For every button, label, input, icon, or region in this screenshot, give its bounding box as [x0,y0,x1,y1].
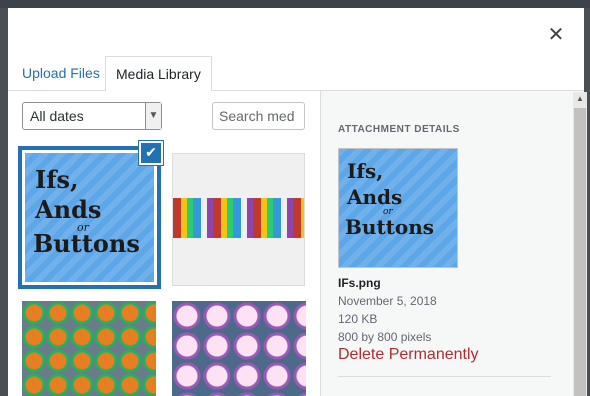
date-filter-value: All dates [30,108,84,124]
logo-line-2: Ands [35,195,102,224]
tab-upload-files[interactable]: Upload Files [12,56,110,92]
divider [338,376,551,377]
search-input[interactable]: Search med [212,102,305,130]
close-icon[interactable]: ✕ [546,24,566,44]
delete-permanently-link[interactable]: Delete Permanently [338,346,479,364]
chevron-down-icon: ▼ [145,103,161,129]
details-heading: ATTACHMENT DETAILS [338,124,460,135]
logo-line-1: Ifs, [35,165,79,194]
tab-media-library[interactable]: Media Library [105,56,212,92]
checkmark-icon[interactable]: ✔ [139,141,163,165]
media-tabs: Upload Files Media Library [8,53,584,92]
details-thumbnail: Ifs, Ands or Buttons [338,148,458,268]
buttons-banner-image [173,198,304,238]
attachment-thumb-pride-buttons[interactable] [22,301,156,396]
attachment-details-panel: ATTACHMENT DETAILS Ifs, Ands or Buttons … [320,91,584,396]
details-logo-line-2: Ands [347,185,403,209]
media-modal: ✕ Upload Files Media Library All dates ▼… [8,8,584,396]
logo-line-4: Buttons [33,229,140,258]
file-name: IFs.png [338,276,381,290]
scroll-up-icon[interactable]: ▲ [573,92,587,106]
attachment-thumb-unicorn-buttons[interactable] [172,301,306,396]
attachment-thumb-banner[interactable] [172,153,305,286]
upload-date: November 5, 2018 [338,294,437,308]
file-size: 120 KB [338,312,378,326]
date-filter-select[interactable]: All dates ▼ [22,102,162,130]
details-logo-line-1: Ifs, [347,159,384,183]
scrollbar-thumb[interactable] [574,108,586,396]
attachment-thumb-ifs[interactable]: Ifs, Ands or Buttons [18,146,161,289]
unicorn-buttons-image [172,301,306,396]
media-browser: All dates ▼ Search med Ifs, Ands or Butt… [8,91,320,396]
details-scrollbar[interactable]: ▲ [573,92,587,396]
details-logo-line-4: Buttons [345,215,435,239]
backdrop [0,0,590,8]
image-dimensions: 800 by 800 pixels [338,330,432,344]
ifs-logo-image: Ifs, Ands or Buttons [25,153,154,282]
pride-buttons-image [22,301,156,396]
